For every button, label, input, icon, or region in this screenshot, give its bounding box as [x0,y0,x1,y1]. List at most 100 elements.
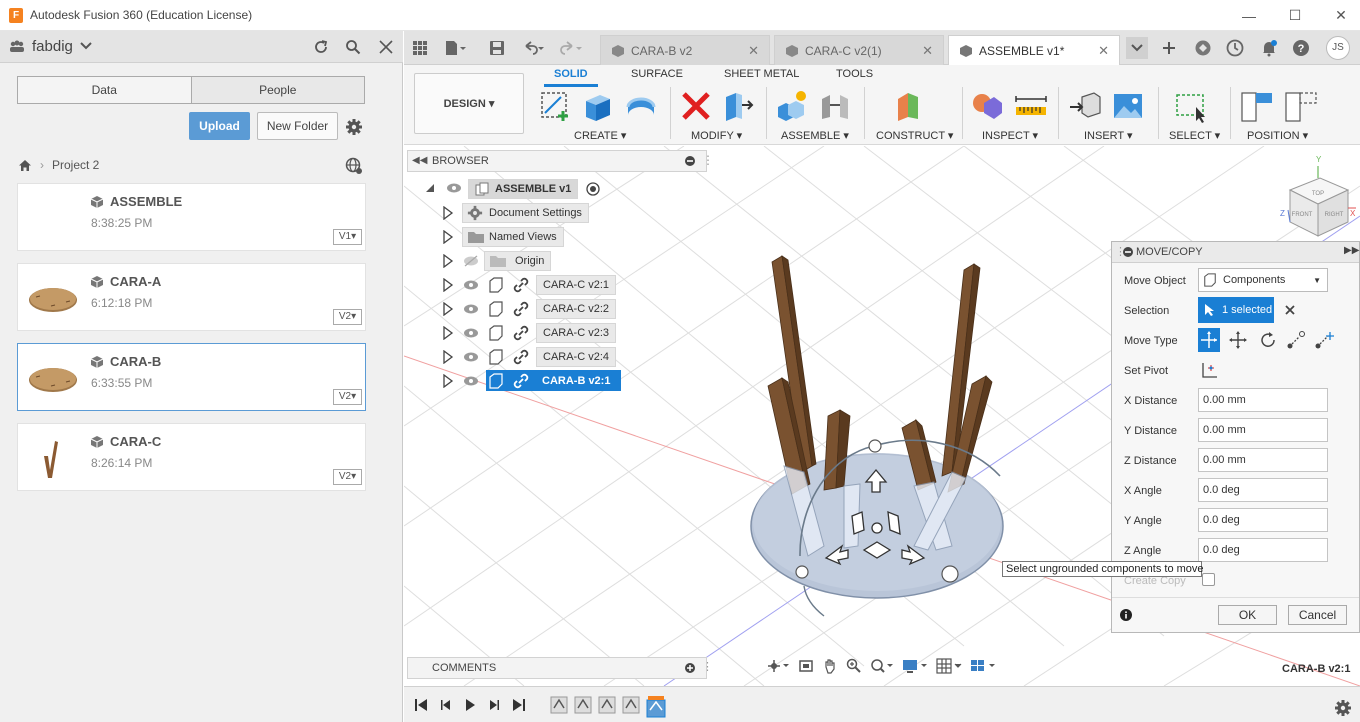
eye-icon[interactable] [463,351,479,363]
close-panel-icon[interactable] [377,38,395,56]
go-to-end-icon[interactable] [512,698,526,712]
timeline-feature-icon[interactable] [598,696,616,718]
grid-settings-icon[interactable] [936,658,962,674]
interference-icon[interactable] [970,89,1004,123]
press-pull-icon[interactable] [720,89,754,123]
eye-icon[interactable] [463,279,479,291]
team-name[interactable]: fabdig [32,38,73,55]
eye-icon[interactable] [446,182,462,194]
minimize-button[interactable]: — [1226,0,1272,31]
timeline-feature-active-icon[interactable] [646,696,666,718]
undo-icon[interactable] [522,37,544,59]
browser-resize-handle[interactable]: ⋮ [702,153,714,167]
insert-canvas-icon[interactable] [1111,89,1145,123]
position-group-label[interactable]: POSITION ▾ [1247,129,1308,142]
new-folder-button[interactable]: New Folder [257,112,338,140]
chevron-down-icon[interactable] [80,41,92,51]
revert-position-icon[interactable] [1284,89,1318,123]
browser-item-cara-b-1[interactable]: CARA-B v2:1 [536,370,616,392]
add-comment-icon[interactable] [685,663,695,673]
insert-group-label[interactable]: INSERT ▾ [1084,129,1133,142]
timeline-feature-icon[interactable] [622,696,640,718]
tab-cara-c[interactable]: CARA-C v2(1) ✕ [774,35,944,65]
browser-item-origin[interactable]: Origin [484,250,552,272]
expand-arrow-icon[interactable] [442,302,454,316]
look-at-icon[interactable] [798,658,814,674]
browser-root-node[interactable]: ASSEMBLE v1 [468,178,601,200]
upload-button[interactable]: Upload [189,112,250,140]
job-status-icon[interactable] [1224,37,1246,59]
translate-icon[interactable] [1228,330,1248,350]
viewports-icon[interactable] [970,658,996,674]
browser-item-cara-c-2[interactable]: CARA-C v2:2 [536,298,617,320]
browser-item-cara-c-1[interactable]: CARA-C v2:1 [536,274,617,296]
eye-icon[interactable] [463,303,479,315]
tab-people[interactable]: People [191,77,364,103]
expand-arrow-icon[interactable] [442,230,454,244]
create-copy-checkbox[interactable] [1202,573,1215,586]
x-angle-input[interactable]: 0.0 deg [1198,478,1328,502]
close-window-button[interactable]: ✕ [1318,0,1360,31]
step-forward-icon[interactable] [488,698,500,712]
new-component-icon[interactable] [776,89,810,123]
y-angle-input[interactable]: 0.0 deg [1198,508,1328,532]
activate-radio-icon[interactable] [586,182,601,196]
expand-arrow-icon[interactable] [442,206,454,220]
window-select-icon[interactable] [1174,89,1208,123]
offset-plane-icon[interactable] [894,89,928,123]
breadcrumb-project[interactable]: Project 2 [52,158,99,172]
info-icon[interactable] [1120,609,1132,621]
eye-icon[interactable] [463,327,479,339]
version-badge[interactable]: V2▾ [333,469,362,485]
cancel-button[interactable]: Cancel [1288,605,1347,625]
new-tab-icon[interactable] [1158,37,1180,59]
collapse-dialog-icon[interactable] [1123,247,1133,257]
capture-position-icon[interactable] [1240,89,1274,123]
tab-cara-b[interactable]: CARA-B v2 ✕ [600,35,770,65]
comments-resize-handle[interactable]: ⋮ [702,660,713,673]
extrude-icon[interactable] [580,89,614,123]
zoom-icon[interactable] [846,658,862,674]
tab-sheet-metal[interactable]: SHEET METAL [724,68,799,80]
pan-hand-icon[interactable] [822,658,838,674]
expand-arrow-icon[interactable] [442,374,454,388]
redo-icon[interactable] [560,37,582,59]
construct-group-label[interactable]: CONSTRUCT ▾ [876,129,953,142]
revolve-icon[interactable] [624,89,658,123]
delete-icon[interactable] [679,89,713,123]
eye-icon[interactable] [463,375,479,387]
rotate-icon[interactable] [1258,330,1278,350]
expand-dialog-icon[interactable]: ▶▶ [1344,245,1359,256]
expand-arrow-icon[interactable] [442,278,454,292]
ok-button[interactable]: OK [1218,605,1277,625]
refresh-icon[interactable] [312,38,330,56]
timeline-feature-icon[interactable] [574,696,592,718]
file-card-cara-b[interactable]: CARA-B 6:33:55 PM V2▾ [17,343,366,411]
browser-item-named-views[interactable]: Named Views [462,226,564,248]
z-distance-input[interactable]: 0.00 mm [1198,448,1328,472]
eye-hidden-icon[interactable] [463,255,479,267]
workspace-switcher[interactable]: DESIGN ▾ [414,73,524,134]
x-distance-input[interactable]: 0.00 mm [1198,388,1328,412]
home-icon[interactable] [18,159,32,172]
tab-tools[interactable]: TOOLS [836,68,873,80]
file-card-assemble[interactable]: ASSEMBLE 8:38:25 PM V1▾ [17,183,366,251]
file-card-cara-c[interactable]: CARA-C 8:26:14 PM V2▾ [17,423,366,491]
collapse-arrow-icon[interactable] [424,182,436,194]
grid-menu-icon[interactable] [409,37,431,59]
step-back-icon[interactable] [440,698,452,712]
browser-item-cara-c-3[interactable]: CARA-C v2:3 [536,322,617,344]
browser-item-cara-c-4[interactable]: CARA-C v2:4 [536,346,617,368]
selection-button[interactable]: 1 selected [1198,297,1274,323]
version-badge[interactable]: V2▾ [333,309,362,325]
timeline-settings-gear-icon[interactable] [1334,699,1352,717]
browser-item-document-settings[interactable]: Document Settings [462,202,589,224]
tab-solid[interactable]: SOLID [554,68,588,80]
notifications-bell-icon[interactable] [1258,37,1280,59]
maximize-button[interactable]: ☐ [1272,0,1318,31]
expand-arrow-icon[interactable] [442,326,454,340]
close-tab-icon[interactable]: ✕ [748,43,759,59]
gear-icon[interactable] [345,118,363,136]
go-to-start-icon[interactable] [414,698,428,712]
select-group-label[interactable]: SELECT ▾ [1169,129,1220,142]
